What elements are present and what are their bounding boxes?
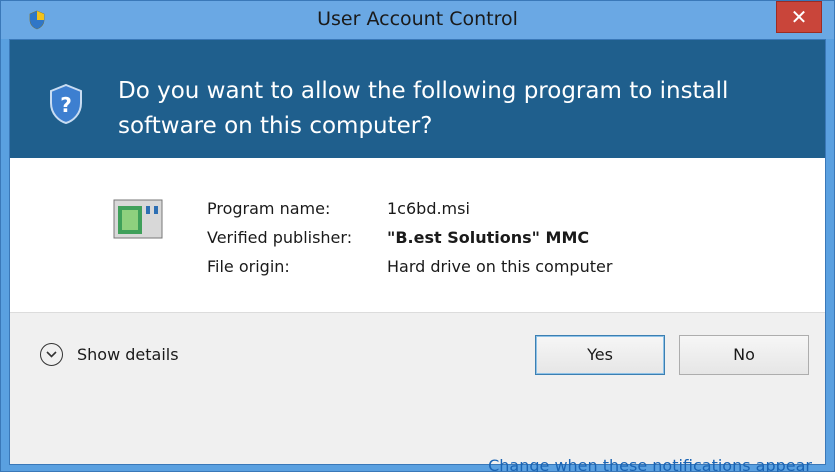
svg-text:?: ? <box>60 93 72 117</box>
dialog-content: ? Do you want to allow the following pro… <box>9 39 826 472</box>
program-info: Program name: 1c6bd.msi Verified publish… <box>207 194 612 281</box>
dialog-footer: Show details Yes No Change when these no… <box>10 312 825 472</box>
program-name-value: 1c6bd.msi <box>387 199 470 218</box>
title-bar: User Account Control ✕ <box>1 1 834 39</box>
yes-button[interactable]: Yes <box>535 335 665 375</box>
info-row-program-name: Program name: 1c6bd.msi <box>207 194 612 223</box>
info-row-file-origin: File origin: Hard drive on this computer <box>207 252 612 281</box>
info-row-publisher: Verified publisher: "B.est Solutions" MM… <box>207 223 612 252</box>
program-name-label: Program name: <box>207 199 331 218</box>
window-title: User Account Control <box>317 8 518 30</box>
change-notifications-link[interactable]: Change when these notifications appear <box>488 456 812 472</box>
show-details-label: Show details <box>77 345 179 364</box>
file-origin-value: Hard drive on this computer <box>387 257 613 276</box>
uac-dialog-window: User Account Control ✕ ? Do you want to … <box>0 0 835 472</box>
question-banner: ? Do you want to allow the following pro… <box>10 40 825 158</box>
show-details-toggle[interactable]: Show details <box>40 343 179 366</box>
publisher-value: "B.est Solutions" MMC <box>387 228 590 247</box>
no-button[interactable]: No <box>679 335 809 375</box>
file-origin-label: File origin: <box>207 257 290 276</box>
question-shield-icon: ? <box>50 84 82 124</box>
publisher-label: Verified publisher: <box>207 228 353 247</box>
chevron-down-icon <box>40 343 63 366</box>
install-question: Do you want to allow the following progr… <box>118 78 729 139</box>
program-window-icon <box>113 199 163 239</box>
close-button[interactable]: ✕ <box>776 1 822 33</box>
